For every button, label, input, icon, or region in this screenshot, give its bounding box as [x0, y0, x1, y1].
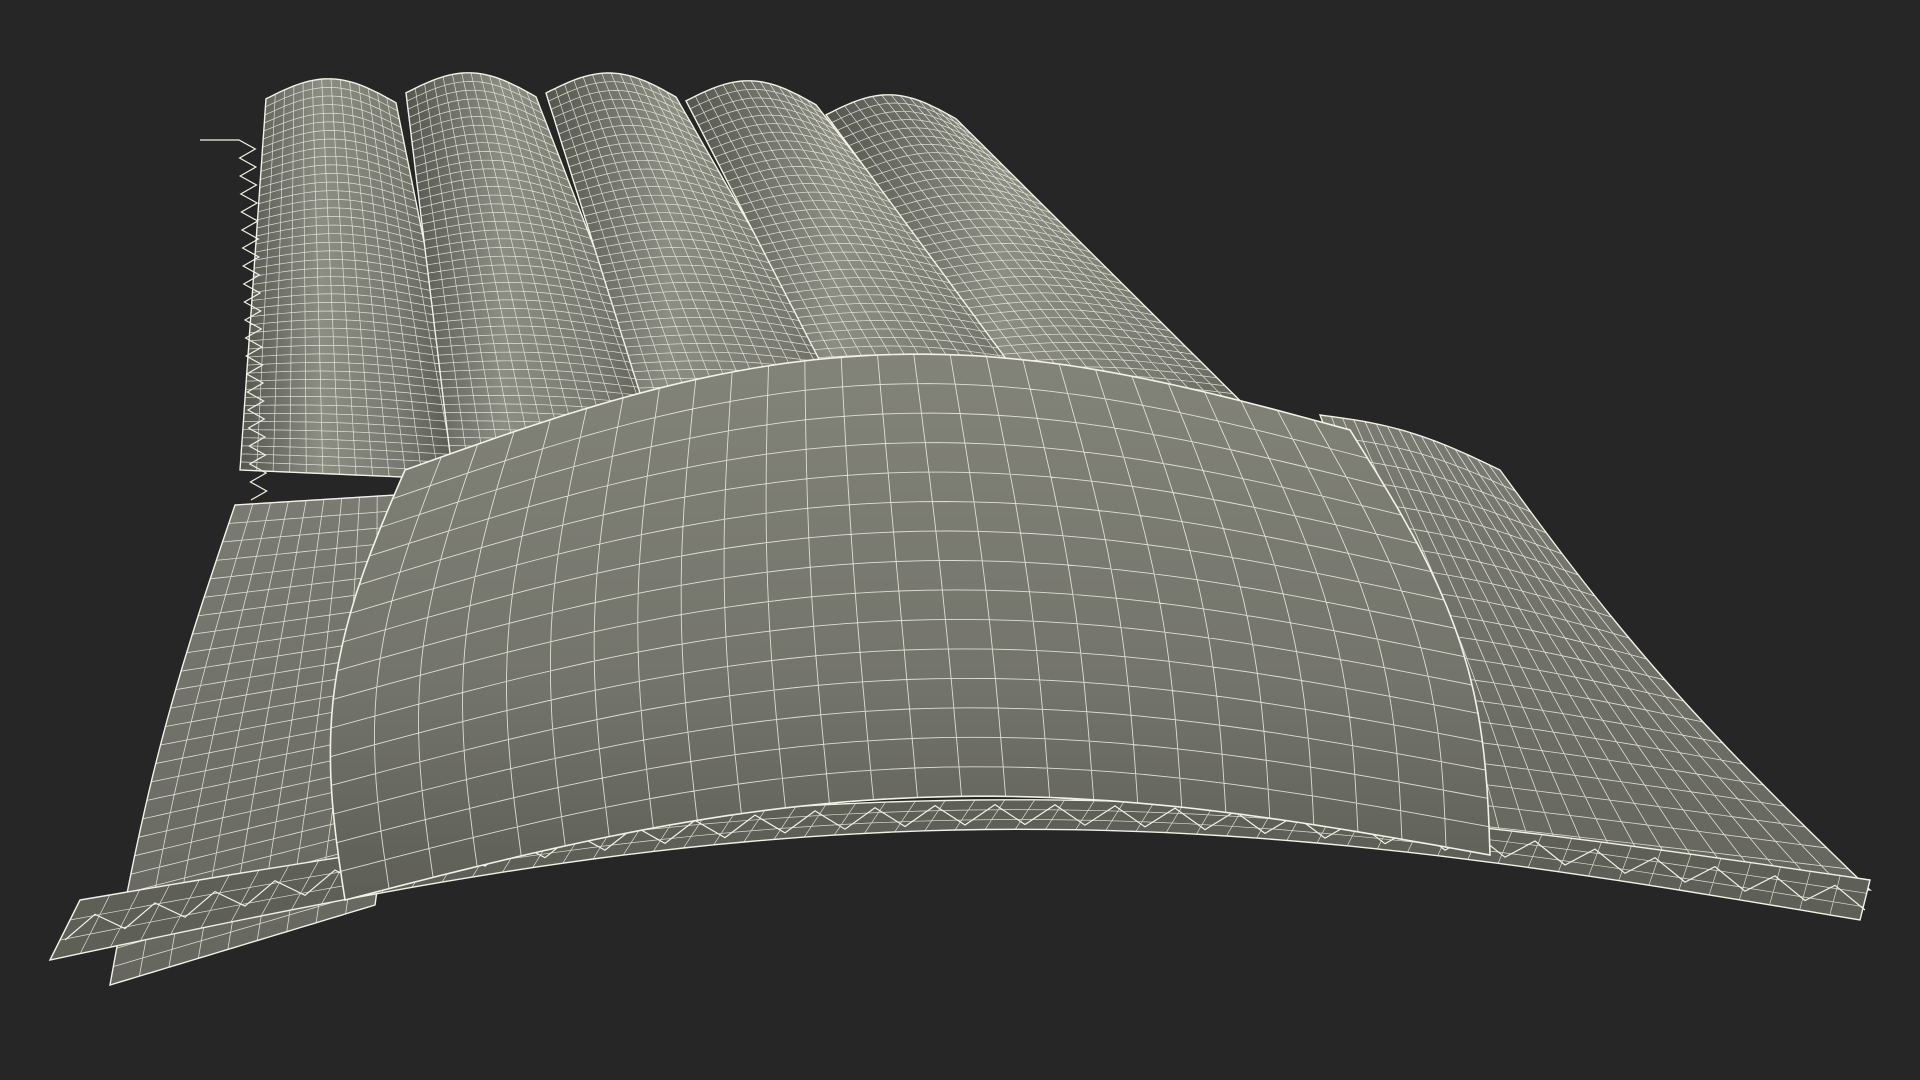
render-viewport — [0, 0, 1920, 1080]
wireframe-air-mattress — [48, 72, 1872, 987]
